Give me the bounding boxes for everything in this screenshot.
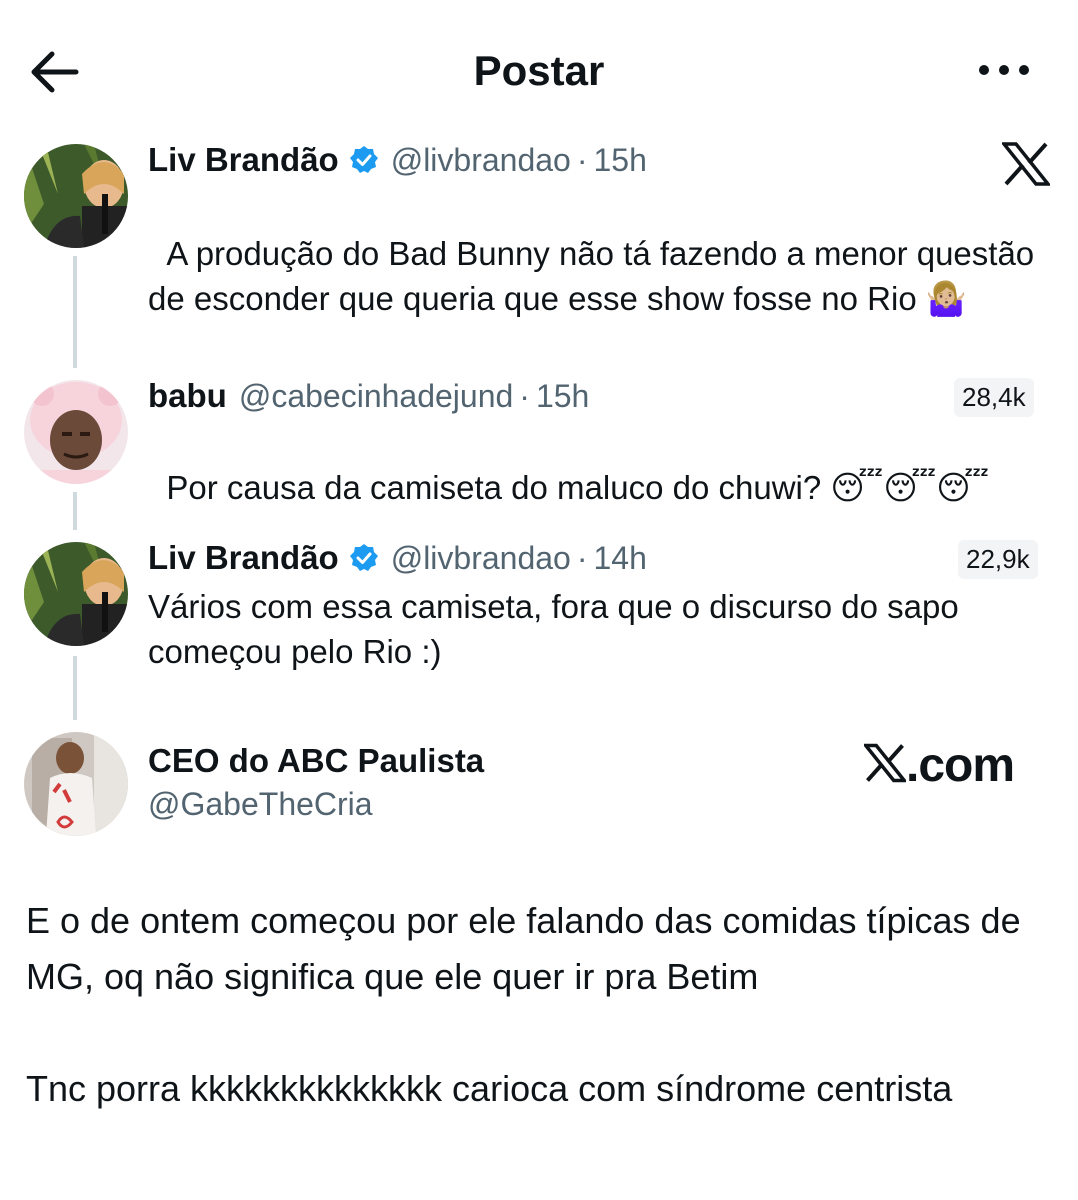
tweet-text: Vários com essa camiseta, fora que o dis… <box>148 588 968 670</box>
author-handle[interactable]: @cabecinhadejund <box>239 378 513 415</box>
tweet-body: Por causa da camiseta do maluco do chuwi… <box>166 469 822 506</box>
tweet-body: A produção do Bad Bunny não tá fazendo a… <box>148 235 1044 317</box>
author-name[interactable]: Liv Brandão <box>148 141 339 179</box>
main-author-handle[interactable]: @GabeTheCria <box>148 786 373 823</box>
thread-line <box>73 256 77 368</box>
author-handle[interactable]: @livbrandao <box>391 142 571 179</box>
author-name[interactable]: babu <box>148 377 227 415</box>
tweet-text: Por causa da camiseta do maluco do chuwi… <box>148 420 1053 510</box>
thread-line <box>73 492 77 530</box>
author-handle[interactable]: @livbrandao <box>391 540 571 577</box>
more-options-button[interactable] <box>974 50 1034 90</box>
separator: · <box>576 141 588 178</box>
x-logo-icon[interactable] <box>1000 142 1052 186</box>
x-com-watermark: .com <box>862 738 1015 793</box>
tweet-text: A produção do Bad Bunny não tá fazendo a… <box>148 186 1053 321</box>
verified-badge-icon <box>349 544 378 571</box>
main-post-paragraph: E o de ontem começou por ele falando das… <box>26 900 1031 997</box>
avatar[interactable] <box>24 380 128 484</box>
separator: · <box>576 539 588 576</box>
watermark-text: .com <box>906 739 1015 792</box>
author-name[interactable]: Liv Brandão <box>148 539 339 577</box>
timestamp[interactable]: 15h <box>536 378 589 415</box>
sleeping-emoji: 😴😴😴 <box>830 469 990 506</box>
timestamp[interactable]: 15h <box>594 142 647 179</box>
view-count-badge: 28,4k <box>954 378 1034 417</box>
thread-line <box>73 656 77 720</box>
main-post-paragraph: Tnc porra kkkkkkkkkkkkkk carioca com sín… <box>26 1068 953 1109</box>
view-count-badge: 22,9k <box>958 540 1038 579</box>
verified-badge-icon <box>349 146 378 173</box>
avatar[interactable] <box>24 542 128 646</box>
x-logo-icon <box>862 743 908 783</box>
page-title: Postar <box>473 47 605 94</box>
more-icon <box>979 65 1029 75</box>
timestamp[interactable]: 14h <box>594 540 647 577</box>
shrug-emoji: 🤷🏼‍♀️ <box>925 280 967 317</box>
avatar[interactable] <box>24 144 128 248</box>
avatar[interactable] <box>24 732 128 836</box>
main-author-name[interactable]: CEO do ABC Paulista <box>148 742 484 780</box>
separator: · <box>519 377 530 414</box>
